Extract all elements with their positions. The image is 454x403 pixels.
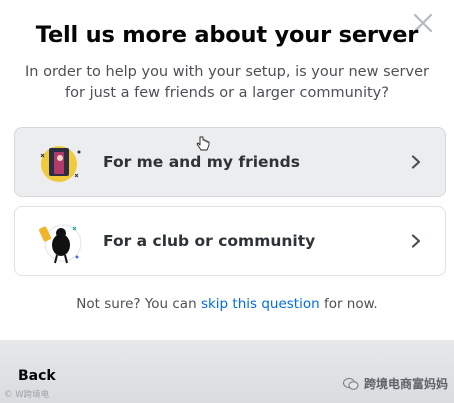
modal-footer: Back © W跨境电 跨境电商富妈妈 [0, 340, 454, 403]
watermark-left: © W跨境电 [4, 390, 50, 400]
watermark-right: 跨境电商富妈妈 [342, 375, 448, 392]
wechat-icon [342, 377, 359, 390]
skip-hint: Not sure? You can skip this question for… [0, 296, 454, 312]
chevron-right-icon [411, 234, 421, 248]
chevron-right-icon [411, 155, 421, 169]
friends-illustration-icon [33, 134, 89, 190]
option-label: For a club or community [103, 232, 316, 250]
watermark-text: 跨境电商富妈妈 [363, 377, 448, 391]
community-illustration-icon [33, 213, 89, 269]
option-label: For me and my friends [103, 153, 300, 171]
back-button[interactable]: Back [18, 368, 56, 384]
option-friends[interactable]: For me and my friends [14, 127, 446, 197]
option-community[interactable]: For a club or community [14, 206, 446, 276]
modal-title: Tell us more about your server [35, 22, 419, 48]
server-setup-modal: Tell us more about your server In order … [0, 0, 454, 340]
hint-prefix: Not sure? You can [76, 296, 201, 312]
skip-question-link[interactable]: skip this question [201, 296, 320, 312]
hint-suffix: for now. [319, 296, 378, 312]
hand-cursor-icon [196, 136, 210, 151]
modal-subtitle: In order to help you with your setup, is… [25, 64, 429, 101]
